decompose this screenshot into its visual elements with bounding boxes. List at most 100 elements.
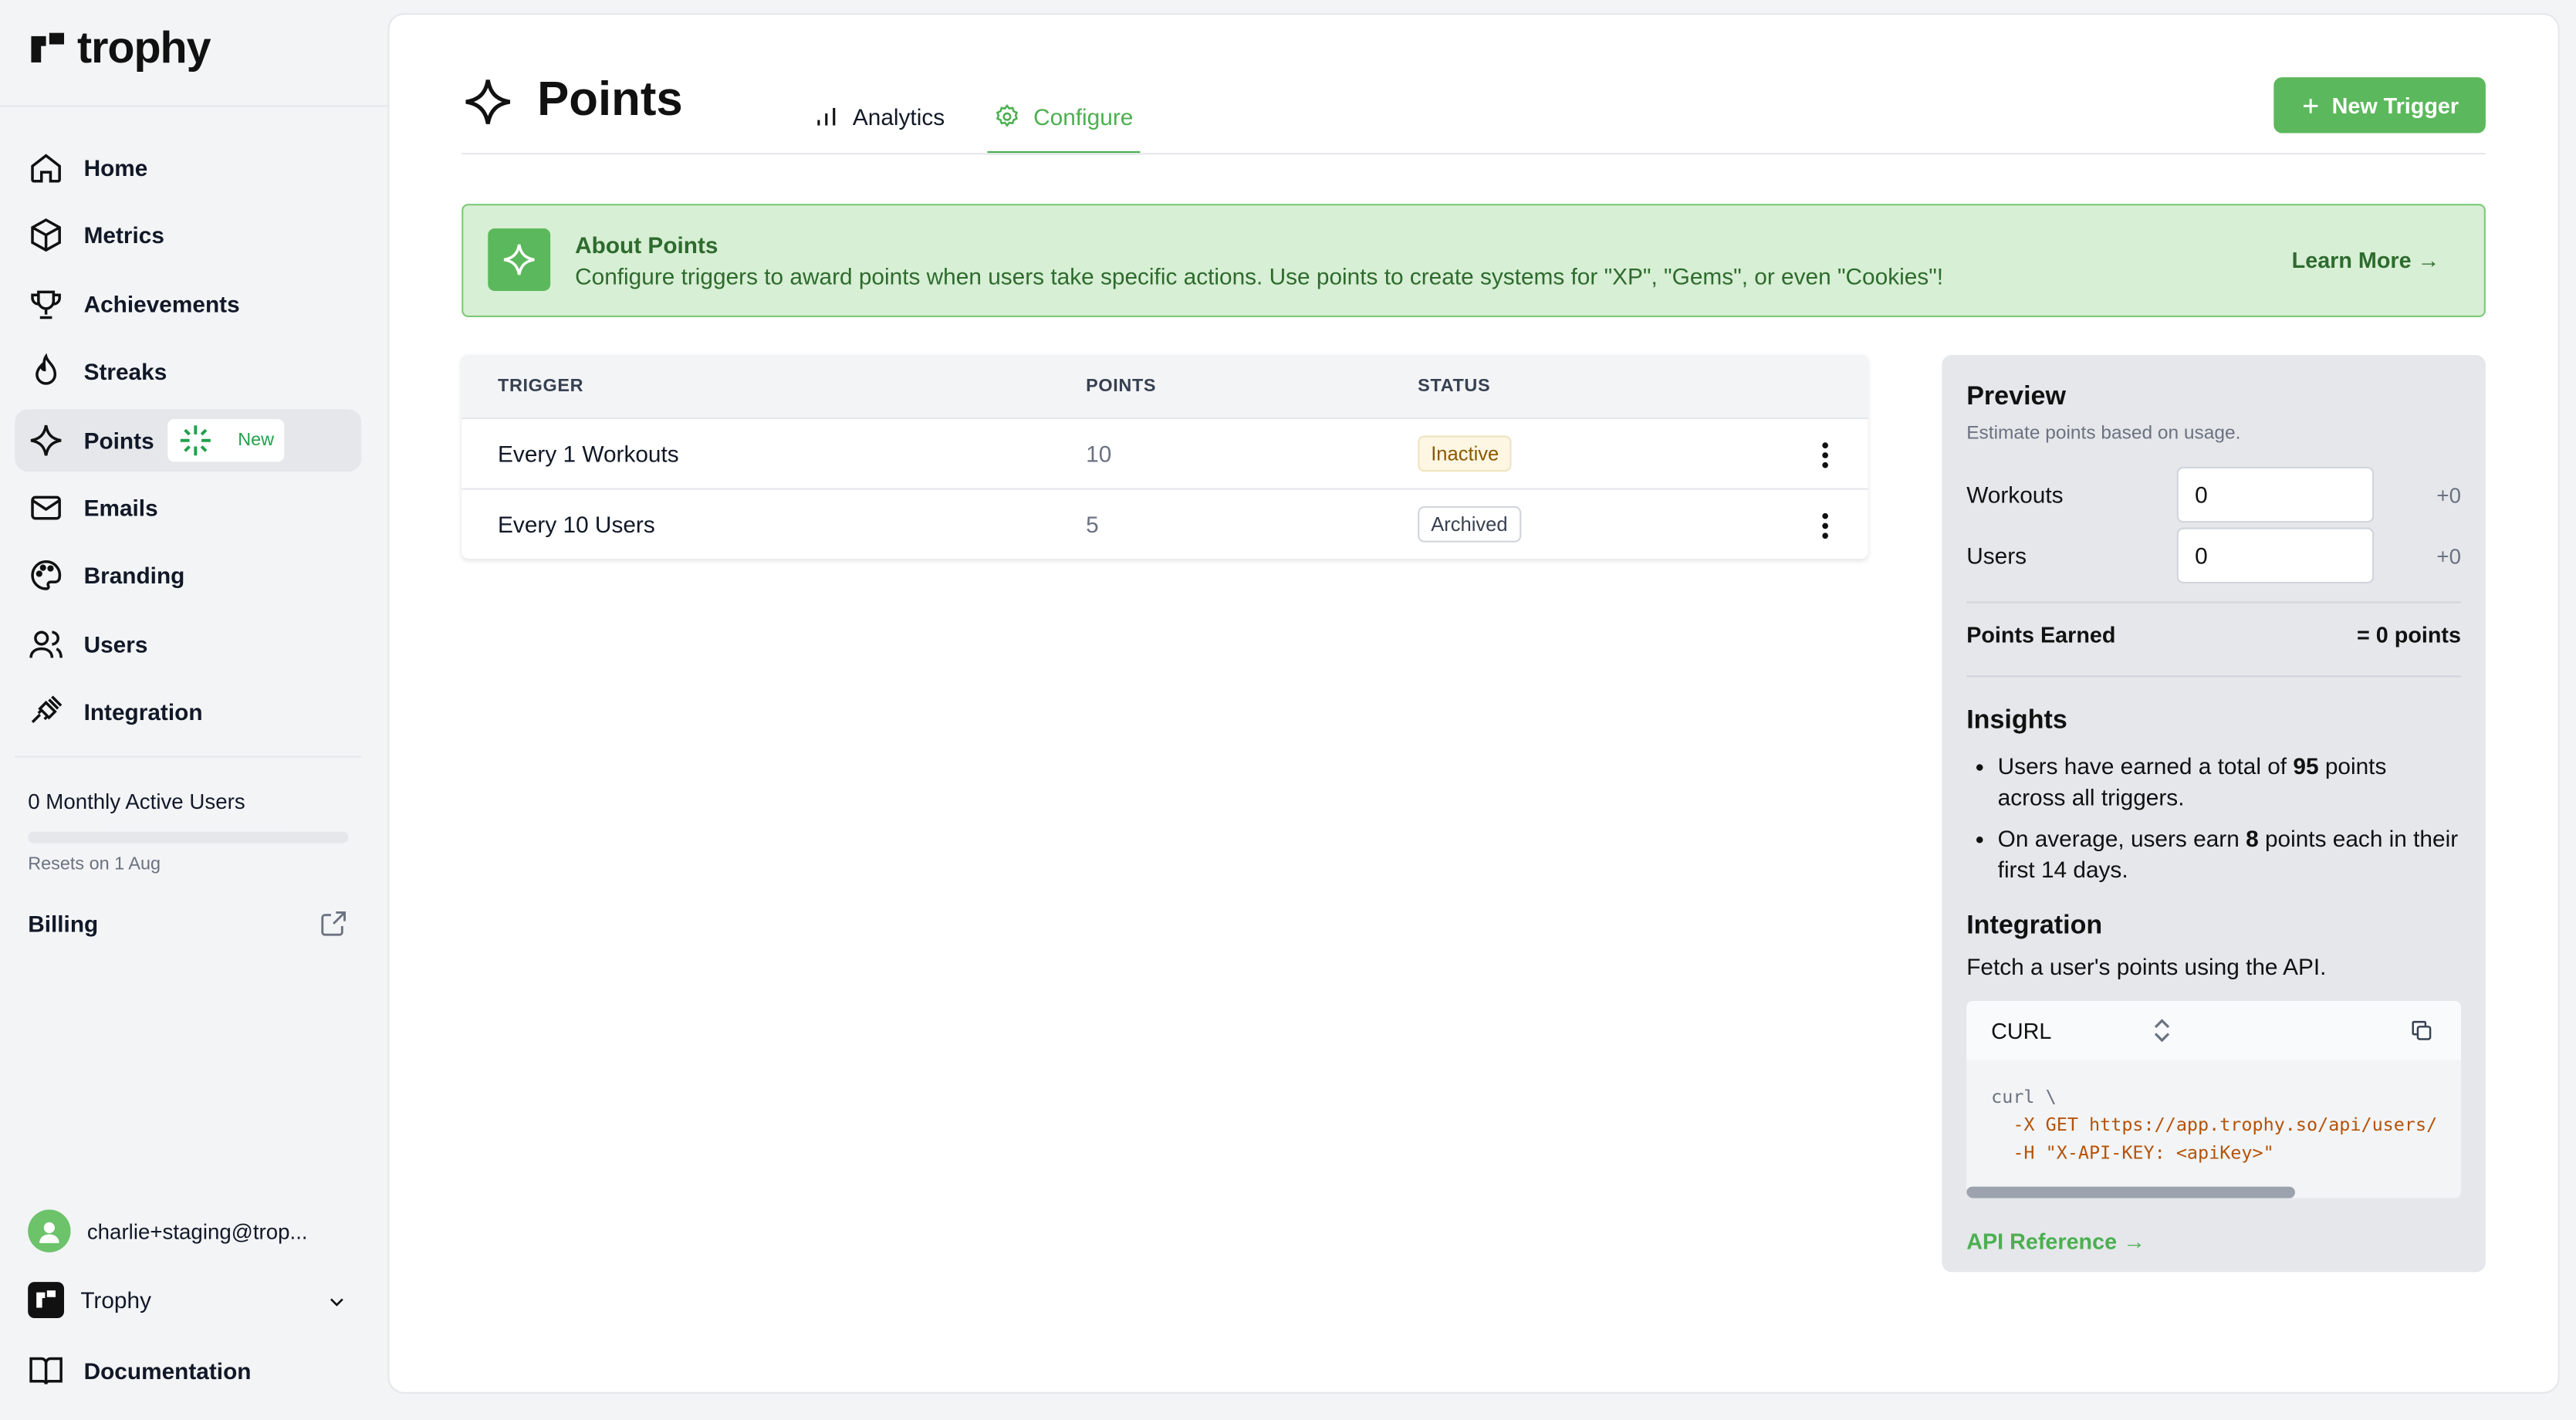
tab-configure[interactable]: Configure [987,80,1140,155]
status-badge: Archived [1418,505,1521,543]
integration-description: Fetch a user's points using the API. [1966,953,2327,980]
learn-more-link[interactable]: Learn More → [2292,248,2440,273]
more-options-icon[interactable] [1815,509,1835,543]
sparkle-icon [465,79,511,123]
org-name: Trophy [80,1286,151,1314]
insight-text: Users have earned a total of [1997,752,2294,779]
documentation-label: Documentation [83,1357,252,1384]
external-link-icon [321,911,346,936]
tab-divider [461,153,2486,155]
users-icon [29,630,63,658]
trigger-points: 5 [1086,511,1099,538]
users-input[interactable] [2176,527,2375,584]
sidebar-item-users[interactable]: Users [15,613,361,675]
code-language-select[interactable]: CURL [1991,1019,2051,1043]
sparkle-icon [180,424,211,455]
preview-delta: +0 [2436,543,2461,569]
preview-input-row: Users +0 [1966,527,2461,584]
sidebar-item-home[interactable]: Home [15,137,361,199]
sidebar-item-emails[interactable]: Emails [15,476,361,539]
code-scrollbar[interactable] [1966,1186,2295,1199]
trophy-logo-icon [31,32,65,62]
app-logo[interactable]: trophy [28,22,211,74]
tab-label: Configure [1033,103,1134,130]
user-account[interactable]: charlie+staging@trop... [28,1209,308,1253]
avatar [28,1209,71,1253]
mail-icon [31,495,61,520]
table-row[interactable]: Every 1 Workouts 10 Inactive [461,417,1868,489]
home-icon [31,154,61,183]
insight-value: 8 [2246,825,2259,852]
sidebar-item-label: Home [83,154,148,181]
org-logo [28,1282,65,1318]
code-header: CURL [1966,1000,2461,1060]
documentation-link[interactable]: Documentation [15,1340,251,1402]
sidebar-item-achievements[interactable]: Achievements [15,272,361,335]
page-title: Points [461,74,683,128]
points-earned-row: Points Earned = 0 points [1966,623,2461,647]
status-cell: Archived [1418,490,1521,559]
tab-label: Analytics [852,103,945,130]
sparkle-icon [30,424,62,455]
sidebar-item-branding[interactable]: Branding [15,545,361,607]
insight-value: 95 [2293,752,2319,779]
workouts-input[interactable] [2176,466,2375,523]
sidebar-item-metrics[interactable]: Metrics [15,205,361,267]
sidebar-item-label: Integration [83,698,203,725]
sidebar-item-label: Points [83,426,154,453]
preview-input-row: Workouts +0 [1966,466,2461,523]
triggers-table: TRIGGER POINTS STATUS Every 1 Workouts 1… [461,355,1868,560]
tab-analytics[interactable]: Analytics [806,80,951,153]
org-switcher[interactable]: Trophy [28,1282,357,1318]
column-header-trigger: TRIGGER [498,376,584,397]
code-line: curl \ [1991,1086,2057,1108]
new-badge: New [167,418,284,462]
table-header: TRIGGER POINTS STATUS [461,355,1868,418]
plug-icon [31,695,63,724]
points-earned-value: = 0 points [2357,623,2461,648]
page-title-text: Points [537,73,683,127]
sidebar-nav: Home Metrics Achievements Streaks Points… [15,137,362,749]
plus-icon [2304,98,2319,113]
more-options-icon[interactable] [1815,439,1835,472]
tab-bar: Analytics Configure [806,80,1175,155]
insights-title: Insights [1966,706,2067,735]
code-line: -H "X-API-KEY: <apiKey>" [1991,1142,2274,1164]
billing-label: Billing [28,910,99,937]
billing-link[interactable]: Billing [15,892,439,955]
sidebar-item-label: Branding [83,563,185,590]
code-body: curl \ -X GET https://app.trophy.so/api/… [1991,1083,2437,1167]
bar-chart-icon [817,107,836,126]
preview-subtitle: Estimate points based on usage. [1966,424,2241,445]
trigger-points: 10 [1086,440,1112,467]
banner-title: About Points [575,232,718,259]
table-row[interactable]: Every 10 Users 5 Archived [461,488,1868,560]
sidebar-item-integration[interactable]: Integration [15,681,361,743]
new-trigger-button[interactable]: New Trigger [2273,77,2486,134]
insights-list: Users have earned a total of 95 points a… [1966,751,2459,895]
list-item: Users have earned a total of 95 points a… [1966,751,2459,813]
sidebar-item-label: Achievements [83,290,240,317]
integration-title: Integration [1966,911,2103,941]
sidebar-item-points[interactable]: Points New [15,408,362,472]
usage-progress-bar [28,831,349,844]
sidebar-item-label: Streaks [83,358,167,385]
new-badge-label: New [238,430,275,450]
copy-icon[interactable] [2410,1019,2433,1042]
trigger-name: Every 1 Workouts [498,440,679,467]
sidebar-item-streaks[interactable]: Streaks [15,340,361,403]
gear-icon [996,103,1019,127]
column-header-points: POINTS [1086,376,1157,397]
chevron-updown-icon[interactable] [2152,1017,2172,1043]
usage-reset-date: Resets on 1 Aug [28,854,161,874]
new-trigger-label: New Trigger [2331,93,2459,118]
app-name: trophy [77,22,211,73]
user-email: charlie+staging@trop... [86,1219,308,1244]
preview-input-label: Workouts [1966,481,2064,509]
sidebar: trophy Home Metrics Achievements Streaks [0,0,439,1420]
sidebar-divider [15,756,362,758]
trigger-name: Every 10 Users [498,511,655,538]
code-line: -X GET https://app.trophy.so/api/users/ [1991,1114,2438,1136]
api-reference-link[interactable]: API Reference → [1966,1229,2145,1254]
main-panel: Points Analytics Configure New Trigger A… [387,13,2560,1394]
